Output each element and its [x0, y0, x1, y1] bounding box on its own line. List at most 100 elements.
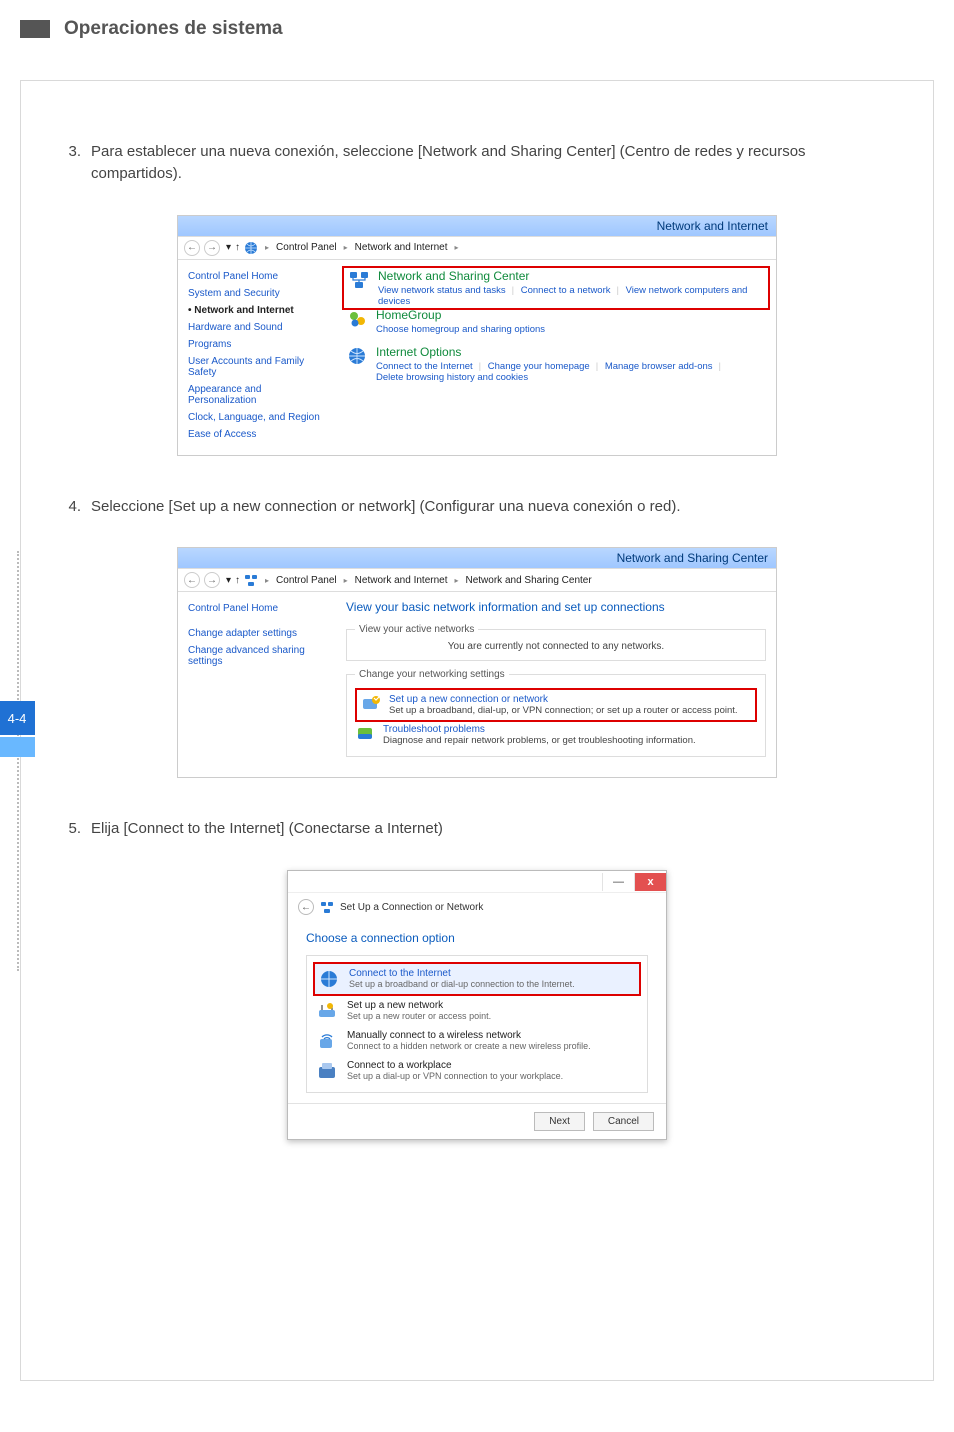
setup-connection-icon — [361, 694, 381, 714]
crumb-root-b[interactable]: Control Panel — [276, 575, 337, 586]
wiz3-title: Manually connect to a wireless network — [347, 1030, 591, 1041]
category-homegroup[interactable]: HomeGroup Choose homegroup and sharing o… — [346, 308, 766, 335]
setup-connection-title: Set up a new connection or network — [389, 694, 738, 705]
sidebar: Control Panel Home System and Security N… — [188, 268, 328, 443]
wizard-option-new-network[interactable]: Set up a new network Set up a new router… — [313, 996, 641, 1026]
category-network-sharing-center[interactable]: Network and Sharing Center View network … — [342, 266, 770, 310]
header-swatch — [20, 20, 50, 38]
section-title: Operaciones de sistema — [64, 18, 283, 40]
screenshot-network-and-internet: Network and Internet ← → ▾ ↑ Control Pan… — [177, 215, 777, 456]
crumb-mid-b[interactable]: Network and Internet — [355, 575, 448, 586]
window-chrome: — x — [288, 871, 666, 893]
wiz2-desc: Set up a new router or access point. — [347, 1011, 491, 1021]
back-arrow-icon[interactable]: ← — [184, 572, 200, 588]
option-setup-connection[interactable]: Set up a new connection or network Set u… — [361, 692, 751, 718]
io-link-homepage[interactable]: Change your homepage — [488, 361, 590, 372]
wiz1-title: Connect to the Internet — [349, 968, 575, 979]
wizard-option-workplace[interactable]: Connect to a workplace Set up a dial-up … — [313, 1056, 641, 1086]
troubleshoot-title: Troubleshoot problems — [383, 724, 696, 735]
wizard-app-icon — [320, 900, 334, 914]
group-active-networks: View your active networks You are curren… — [346, 624, 766, 661]
io-link-delete-history[interactable]: Delete browsing history and cookies — [376, 372, 528, 383]
wizard-option-manual-wireless[interactable]: Manually connect to a wireless network C… — [313, 1026, 641, 1056]
sidebar-b-advanced[interactable]: Change advanced sharing settings — [188, 642, 328, 670]
step-5-text: Elija [Connect to the Internet] (Conecta… — [91, 818, 893, 840]
screenshot-network-sharing-center: Network and Sharing Center ← → ▾ ↑ Contr… — [177, 547, 777, 778]
forward-arrow-icon[interactable]: → — [204, 240, 220, 256]
screenshot-wizard: — x ← Set Up a Connection or Network Cho… — [287, 870, 667, 1140]
main-pane: Network and Sharing Center View network … — [346, 268, 766, 443]
active-networks-msg: You are currently not connected to any n… — [355, 641, 757, 652]
minimize-button[interactable]: — — [602, 873, 634, 891]
content-frame: 4-4 3. Para establecer una nueva conexió… — [20, 80, 934, 1381]
window-titlebar-b: Network and Sharing Center — [178, 548, 776, 568]
sidebar-user-accounts[interactable]: User Accounts and Family Safety — [188, 353, 328, 381]
internet-options-icon — [346, 345, 368, 367]
io-title: Internet Options — [376, 345, 725, 359]
network-icon — [244, 573, 258, 587]
forward-arrow-icon[interactable]: → — [204, 572, 220, 588]
sidebar-hardware-sound[interactable]: Hardware and Sound — [188, 319, 328, 336]
globe-icon — [244, 241, 258, 255]
wiz1-desc: Set up a broadband or dial-up connection… — [349, 979, 575, 989]
wireless-icon — [315, 1030, 339, 1052]
wizard-option-connect-internet[interactable]: Connect to the Internet Set up a broadba… — [313, 962, 641, 996]
io-link-addons[interactable]: Manage browser add-ons — [605, 361, 713, 372]
cancel-button[interactable]: Cancel — [593, 1112, 654, 1131]
step-4: 4. Seleccione [Set up a new connection o… — [61, 496, 893, 518]
router-icon — [315, 1000, 339, 1022]
legend-change: Change your networking settings — [355, 669, 509, 680]
workplace-icon — [315, 1060, 339, 1082]
spine-dots — [17, 551, 19, 971]
crumb-root[interactable]: Control Panel — [276, 242, 337, 253]
window-titlebar: Network and Internet — [178, 216, 776, 236]
step-4-text: Seleccione [Set up a new connection or n… — [91, 496, 893, 518]
globe-icon — [317, 968, 341, 990]
step-3: 3. Para establecer una nueva conexión, s… — [61, 141, 893, 185]
back-arrow-icon[interactable]: ← — [184, 240, 200, 256]
crumb-leaf-b[interactable]: Network and Sharing Center — [466, 575, 592, 586]
step-5-number: 5. — [61, 818, 91, 840]
nsc-link-status[interactable]: View network status and tasks — [378, 285, 506, 296]
next-button[interactable]: Next — [534, 1112, 585, 1131]
sidebar-clock-language[interactable]: Clock, Language, and Region — [188, 409, 328, 426]
step-3-number: 3. — [61, 141, 91, 185]
breadcrumb: ← → ▾ ↑ Control Panel Network and Intern… — [178, 236, 776, 260]
main-pane-b: View your basic network information and … — [346, 600, 766, 765]
troubleshoot-icon — [355, 724, 375, 744]
step-4-number: 4. — [61, 496, 91, 518]
wiz4-desc: Set up a dial-up or VPN connection to yo… — [347, 1071, 563, 1081]
category-internet-options[interactable]: Internet Options Connect to the Internet… — [346, 345, 766, 383]
wiz4-title: Connect to a workplace — [347, 1060, 563, 1071]
sidebar-b-adapter[interactable]: Change adapter settings — [188, 625, 328, 642]
troubleshoot-desc: Diagnose and repair network problems, or… — [383, 735, 696, 746]
io-link-connect[interactable]: Connect to the Internet — [376, 361, 473, 372]
doc-header: Operaciones de sistema — [20, 18, 934, 40]
sidebar-b-home[interactable]: Control Panel Home — [188, 600, 328, 617]
sidebar-system-security[interactable]: System and Security — [188, 285, 328, 302]
step-5: 5. Elija [Connect to the Internet] (Cone… — [61, 818, 893, 840]
nsc-link-connect[interactable]: Connect to a network — [521, 285, 611, 296]
pane-title-b: View your basic network information and … — [346, 600, 766, 614]
sidebar-b: Control Panel Home Change adapter settin… — [188, 600, 328, 765]
crumb-leaf[interactable]: Network and Internet — [355, 242, 448, 253]
wiz2-title: Set up a new network — [347, 1000, 491, 1011]
legend-active: View your active networks — [355, 624, 478, 635]
wiz3-desc: Connect to a hidden network or create a … — [347, 1041, 591, 1051]
hg-link-options[interactable]: Choose homegroup and sharing options — [376, 324, 545, 335]
sidebar-ease-access[interactable]: Ease of Access — [188, 426, 328, 443]
wizard-heading: Choose a connection option — [306, 931, 648, 945]
sidebar-programs[interactable]: Programs — [188, 336, 328, 353]
option-setup-connection-highlight: Set up a new connection or network Set u… — [355, 688, 757, 722]
sidebar-appearance[interactable]: Appearance and Personalization — [188, 381, 328, 409]
close-button[interactable]: x — [634, 873, 666, 891]
back-arrow-icon[interactable]: ← — [298, 899, 314, 915]
breadcrumb-b: ← → ▾ ↑ Control Panel Network and Intern… — [178, 568, 776, 592]
wizard-footer: Next Cancel — [288, 1103, 666, 1139]
page-number-tab-accent — [0, 737, 35, 757]
sidebar-network-internet[interactable]: Network and Internet — [188, 302, 328, 319]
wizard-title: Set Up a Connection or Network — [340, 902, 483, 913]
sidebar-home[interactable]: Control Panel Home — [188, 268, 328, 285]
option-troubleshoot[interactable]: Troubleshoot problems Diagnose and repai… — [355, 722, 757, 748]
nsc-title: Network and Sharing Center — [378, 269, 764, 283]
